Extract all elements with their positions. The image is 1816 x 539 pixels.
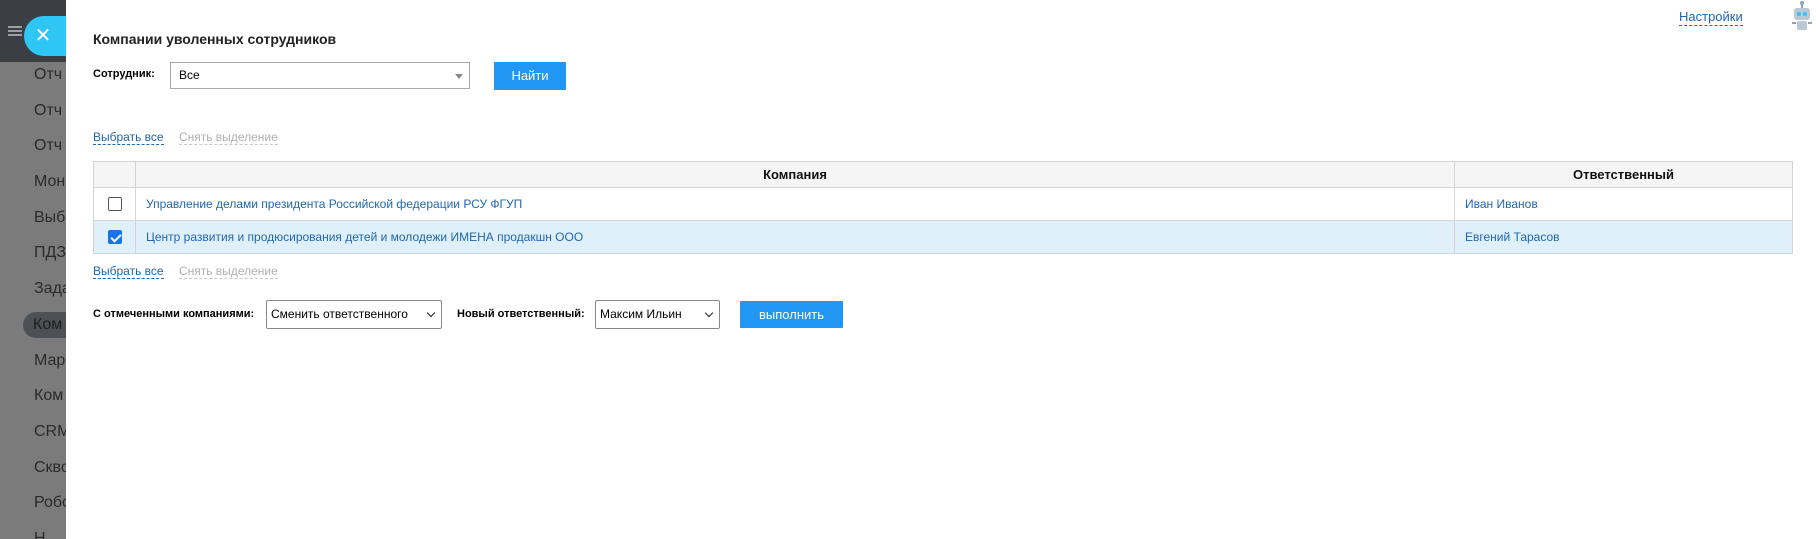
- execute-button[interactable]: выполнить: [740, 301, 843, 328]
- close-icon: ✕: [34, 25, 52, 47]
- bulk-action-select[interactable]: Сменить ответственного: [266, 300, 442, 329]
- background-menu-item: Отч: [34, 101, 63, 119]
- robot-icon[interactable]: [1790, 0, 1814, 34]
- row-checkbox-cell: [93, 187, 136, 221]
- employee-select[interactable]: Все: [170, 62, 470, 89]
- employee-select-value: Все: [179, 68, 200, 82]
- close-slider-button[interactable]: ✕: [24, 16, 66, 56]
- background-menu-item: Зада: [34, 280, 66, 298]
- hamburger-menu-icon: [8, 26, 22, 36]
- table-header-row: Компания Ответственный: [93, 161, 1793, 188]
- responsible-link[interactable]: Иван Иванов: [1465, 197, 1538, 211]
- deselect-link[interactable]: Снять выделение: [178, 130, 278, 145]
- responsible-link[interactable]: Евгений Тарасов: [1465, 230, 1560, 244]
- background-menu-item: Мар: [34, 351, 66, 369]
- row-checkbox[interactable]: [107, 197, 122, 212]
- table-row: Центр развития и продюсирования детей и …: [93, 220, 1793, 254]
- selection-links-top: Выбрать все Снять выделение: [93, 130, 278, 145]
- company-column-header: Компания: [135, 161, 1455, 188]
- companies-table: Компания Ответственный Управление делами…: [93, 161, 1793, 254]
- page-title: Компании уволенных сотрудников: [93, 31, 337, 47]
- settings-link[interactable]: Настройки: [1679, 9, 1743, 26]
- background-menu-item: Выб: [34, 208, 66, 226]
- row-checkbox-checked[interactable]: [107, 230, 122, 245]
- table-row: Управление делами президента Российской …: [93, 187, 1793, 221]
- deselect-link[interactable]: Снять выделение: [178, 264, 278, 279]
- new-responsible-value: Максим Ильин: [600, 307, 682, 321]
- row-checkbox-cell: [93, 220, 136, 254]
- checkbox-column-header: [93, 161, 136, 188]
- background-menu-item: Отч: [34, 137, 63, 155]
- chevron-down-icon: [426, 308, 436, 318]
- background-menu-item: Мон: [34, 173, 66, 191]
- background-menu-item: Н: [34, 529, 46, 539]
- background-menu: Отч Отч Отч Мон Выб ПДЗ Зада Ком Мар Ком…: [0, 60, 66, 539]
- bulk-action-value: Сменить ответственного: [271, 307, 408, 321]
- responsible-cell: Евгений Тарасов: [1454, 220, 1793, 254]
- background-menu-item: Робо: [34, 494, 66, 512]
- new-responsible-label: Новый ответственный:: [457, 308, 585, 320]
- company-link[interactable]: Управление делами президента Российской …: [146, 197, 522, 211]
- background-menu-item: Отч: [34, 66, 63, 83]
- selection-links-bottom: Выбрать все Снять выделение: [93, 264, 278, 279]
- background-app: Отч Отч Отч Мон Выб ПДЗ Зада Ком Мар Ком…: [0, 0, 66, 539]
- select-all-link[interactable]: Выбрать все: [93, 264, 164, 279]
- company-link[interactable]: Центр развития и продюсирования детей и …: [146, 230, 583, 244]
- background-menu-item: Ком: [34, 387, 64, 405]
- new-responsible-select[interactable]: Максим Ильин: [595, 300, 720, 329]
- background-menu-item-active: Ком: [0, 310, 66, 346]
- background-menu-item: ПДЗ: [34, 244, 66, 262]
- select-all-link[interactable]: Выбрать все: [93, 130, 164, 145]
- chevron-down-icon: [704, 308, 714, 318]
- employee-filter-label: Сотрудник:: [93, 68, 155, 80]
- slider-panel: Настройки Компании уволенных сотрудников…: [66, 0, 1816, 539]
- company-cell: Управление делами президента Российской …: [135, 187, 1455, 221]
- find-button[interactable]: Найти: [494, 62, 566, 90]
- company-cell: Центр развития и продюсирования детей и …: [135, 220, 1455, 254]
- background-menu-item: Скво: [34, 458, 66, 476]
- background-menu-item: CRM: [34, 422, 66, 440]
- bulk-action-label: С отмеченными компаниями:: [93, 308, 255, 320]
- caret-down-icon: [455, 74, 463, 79]
- responsible-cell: Иван Иванов: [1454, 187, 1793, 221]
- responsible-column-header: Ответственный: [1454, 161, 1793, 188]
